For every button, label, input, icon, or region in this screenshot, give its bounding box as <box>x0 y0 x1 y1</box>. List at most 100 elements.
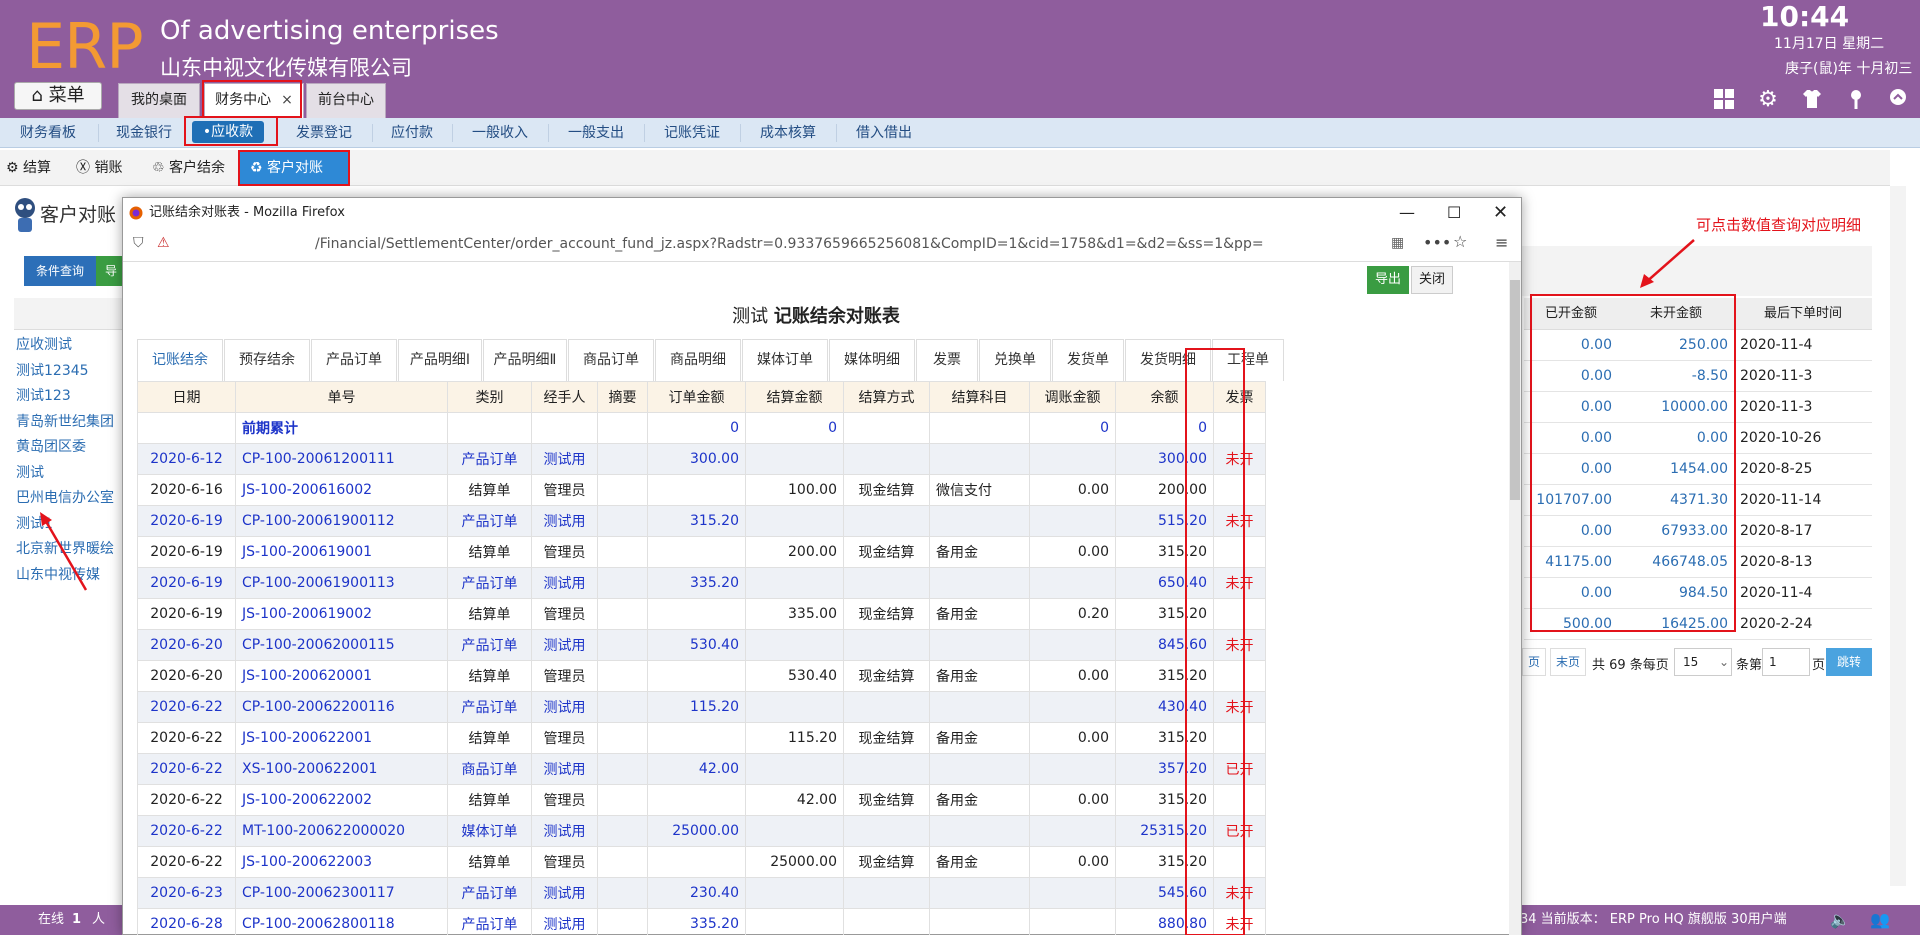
settle-method <box>843 567 930 599</box>
date-cell: 2020-6-16 <box>137 474 236 506</box>
column-header[interactable]: 摘要 <box>597 381 648 413</box>
export-button[interactable]: 导出 <box>1367 266 1409 294</box>
report-tab[interactable]: 记账结余 <box>137 339 223 381</box>
menu-item-cash-bank[interactable]: 现金银行 <box>104 118 184 148</box>
column-header[interactable]: 结算方式 <box>843 381 930 413</box>
opening-cell: 前期累计 <box>235 412 448 444</box>
sub-item-customer-balance[interactable]: ♲ 客户结余 <box>152 150 225 186</box>
tab-front-center[interactable]: 前台中心 <box>306 83 386 118</box>
doc-number-link[interactable]: CP-100-20061200111 <box>235 443 448 475</box>
gear-icon[interactable]: ⚙ <box>1756 88 1780 112</box>
doc-number-link[interactable]: XS-100-200622001 <box>235 753 448 785</box>
page-number-input[interactable]: 1 <box>1762 648 1810 676</box>
menu-item-invoice-register[interactable]: 发票登记 <box>284 118 364 148</box>
qr-code-icon[interactable]: ▦ <box>1391 235 1404 251</box>
menu-item-finance-board[interactable]: 财务看板 <box>8 118 88 148</box>
settle-subject <box>929 691 1030 723</box>
date-cell: 2020-6-20 <box>137 660 236 692</box>
column-header[interactable]: 结算科目 <box>929 381 1030 413</box>
menu-item-vouchers[interactable]: 记账凭证 <box>652 118 732 148</box>
date-cell: 2020-8-17 <box>1740 523 1813 539</box>
doc-number-link[interactable]: JS-100-200622001 <box>235 722 448 754</box>
query-button[interactable]: 条件查询 <box>24 256 96 286</box>
date-cell: 2020-6-12 <box>137 443 236 475</box>
doc-number-link[interactable]: JS-100-200622002 <box>235 784 448 816</box>
key-icon[interactable] <box>1844 88 1868 112</box>
report-tab[interactable]: 媒体明细 <box>829 339 915 381</box>
menu-item-borrow-lend[interactable]: 借入借出 <box>844 118 924 148</box>
report-tab[interactable]: 发货单 <box>1052 339 1124 381</box>
per-page-select[interactable]: 15 ⌄ <box>1674 648 1732 676</box>
jump-button[interactable]: 跳转 <box>1826 648 1872 676</box>
doc-number-link[interactable]: JS-100-200619001 <box>235 536 448 568</box>
report-tab[interactable]: 发票 <box>916 339 978 381</box>
report-tab[interactable]: 商品明细 <box>655 339 741 381</box>
column-header[interactable]: 结算金额 <box>745 381 844 413</box>
settle-amount <box>745 815 844 847</box>
main-menu-button[interactable]: ⌂ 菜单 <box>14 82 102 110</box>
handler-cell: 管理员 <box>531 598 598 630</box>
doc-number-link[interactable]: JS-100-200619002 <box>235 598 448 630</box>
last-page-button[interactable]: 末页 <box>1550 648 1586 676</box>
report-tab[interactable]: 兑换单 <box>979 339 1051 381</box>
prev-page-button[interactable]: 页 <box>1522 648 1546 676</box>
column-header[interactable]: 经手人 <box>531 381 598 413</box>
doc-number-link[interactable]: CP-100-20062000115 <box>235 629 448 661</box>
url-text[interactable]: /Financial/SettlementCenter/order_accoun… <box>315 236 1264 252</box>
more-icon[interactable]: ••• <box>1423 233 1451 252</box>
doc-number-link[interactable]: CP-100-20061900113 <box>235 567 448 599</box>
maximize-icon[interactable]: ☐ <box>1447 198 1461 228</box>
column-header[interactable]: 调账金额 <box>1029 381 1116 413</box>
minimize-icon[interactable]: — <box>1399 198 1415 228</box>
online-count: 1 <box>72 912 82 927</box>
menu-item-cost-accounting[interactable]: 成本核算 <box>748 118 828 148</box>
scrollbar-thumb[interactable] <box>1510 280 1520 500</box>
report-tab[interactable]: 产品明细Ⅰ <box>398 339 482 381</box>
highlight-box <box>202 80 302 118</box>
arrow-annotation <box>1640 239 1695 288</box>
doc-number-link[interactable]: CP-100-20061900112 <box>235 505 448 537</box>
menu-item-general-expense[interactable]: 一般支出 <box>556 118 636 148</box>
sub-item-settle[interactable]: ⚙ 结算 <box>6 150 51 186</box>
doc-number-link[interactable]: CP-100-20062800118 <box>235 908 448 935</box>
type-cell: 结算单 <box>447 784 532 816</box>
users-icon[interactable]: 👥 <box>1870 905 1890 935</box>
column-header[interactable]: 类别 <box>447 381 532 413</box>
menu-item-payables[interactable]: 应付款 <box>380 118 444 148</box>
report-tab[interactable]: 商品订单 <box>568 339 654 381</box>
doc-number-link[interactable]: CP-100-20062200116 <box>235 691 448 723</box>
date-cell: 2020-6-19 <box>137 505 236 537</box>
opening-balance-row: 前期累计 0 0 0 0 <box>137 412 1266 444</box>
goto-label: 条第 <box>1736 658 1763 673</box>
shirt-icon[interactable] <box>1800 88 1824 112</box>
page-scrollbar[interactable] <box>1890 186 1906 886</box>
table-row: 2020-6-19 CP-100-20061900112 产品订单 测试用 315.20… <box>137 505 1266 537</box>
report-tab[interactable]: 产品明细Ⅱ <box>483 339 567 381</box>
column-header[interactable]: 单号 <box>235 381 448 413</box>
column-header[interactable]: 日期 <box>137 381 236 413</box>
doc-number-link[interactable]: JS-100-200616002 <box>235 474 448 506</box>
menu-item-general-income[interactable]: 一般收入 <box>460 118 540 148</box>
doc-number-link[interactable]: MT-100-200622000020 <box>235 815 448 847</box>
report-tab[interactable]: 媒体订单 <box>742 339 828 381</box>
empty-cell <box>531 412 598 444</box>
close-icon[interactable]: ✕ <box>1493 198 1508 228</box>
report-title: 测试 记账结余对账表 <box>123 302 1509 328</box>
settle-subject: 备用金 <box>929 536 1030 568</box>
speaker-icon[interactable]: 🔈 <box>1830 905 1850 935</box>
column-header[interactable]: 订单金额 <box>647 381 746 413</box>
doc-number-link[interactable]: JS-100-200622003 <box>235 846 448 878</box>
address-bar[interactable]: ⛉ ⚠ /Financial/SettlementCenter/order_ac… <box>123 228 1521 262</box>
hamburger-menu-icon[interactable]: ≡ <box>1495 233 1508 252</box>
collapse-up-icon[interactable] <box>1886 88 1910 112</box>
report-tab[interactable]: 预存结余 <box>224 339 310 381</box>
close-button[interactable]: 关闭 <box>1411 266 1453 294</box>
tab-my-desktop[interactable]: 我的桌面 <box>118 83 200 118</box>
doc-number-link[interactable]: JS-100-200620001 <box>235 660 448 692</box>
bookmark-star-icon[interactable]: ☆ <box>1453 232 1467 251</box>
grid-icon[interactable] <box>1712 88 1736 112</box>
sub-item-write-off[interactable]: Ⓧ 销账 <box>76 150 122 186</box>
settle-amount <box>745 443 844 475</box>
doc-number-link[interactable]: CP-100-20062300117 <box>235 877 448 909</box>
report-tab[interactable]: 产品订单 <box>311 339 397 381</box>
